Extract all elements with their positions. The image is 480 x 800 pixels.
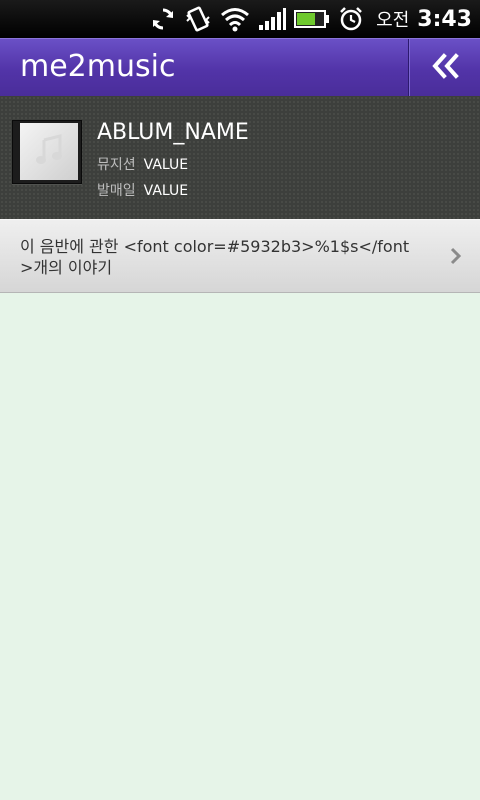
back-button[interactable]	[408, 39, 480, 96]
wifi-icon	[220, 4, 250, 34]
status-ampm: 오전	[376, 10, 410, 31]
sync-icon	[150, 4, 176, 34]
title-bar: me2music	[0, 38, 480, 96]
release-date-label: 발매일	[97, 183, 136, 199]
musician-label: 뮤지션	[97, 157, 136, 173]
musician-value: VALUE	[143, 157, 189, 173]
app-title: me2music	[20, 49, 176, 84]
app-screen: 오전 3:43 me2music ABLUM_NAME 뮤지션 VALUE 발매…	[0, 0, 480, 800]
chevron-right-icon	[446, 246, 466, 266]
vibrate-icon	[184, 4, 212, 34]
album-name: ABLUM_NAME	[97, 120, 249, 145]
musician-row: 뮤지션 VALUE	[97, 154, 188, 174]
battery-icon	[294, 4, 330, 34]
double-chevron-left-icon	[430, 51, 460, 85]
status-time: 3:43	[417, 6, 472, 32]
album-header: ABLUM_NAME 뮤지션 VALUE 발매일 VALUE	[0, 96, 480, 219]
status-bar: 오전 3:43	[0, 0, 480, 38]
album-stories-row[interactable]: 이 음반에 관한 <font color=#5932b3>%1$s</font>…	[0, 219, 480, 293]
release-date-value: VALUE	[143, 183, 189, 199]
content-area	[0, 293, 480, 800]
album-stories-text: 이 음반에 관한 <font color=#5932b3>%1$s</font>…	[20, 237, 410, 277]
album-cover[interactable]	[12, 120, 82, 184]
release-date-row: 발매일 VALUE	[97, 180, 188, 200]
music-note-icon	[34, 133, 64, 170]
alarm-icon	[338, 4, 364, 34]
signal-icon	[258, 4, 287, 34]
